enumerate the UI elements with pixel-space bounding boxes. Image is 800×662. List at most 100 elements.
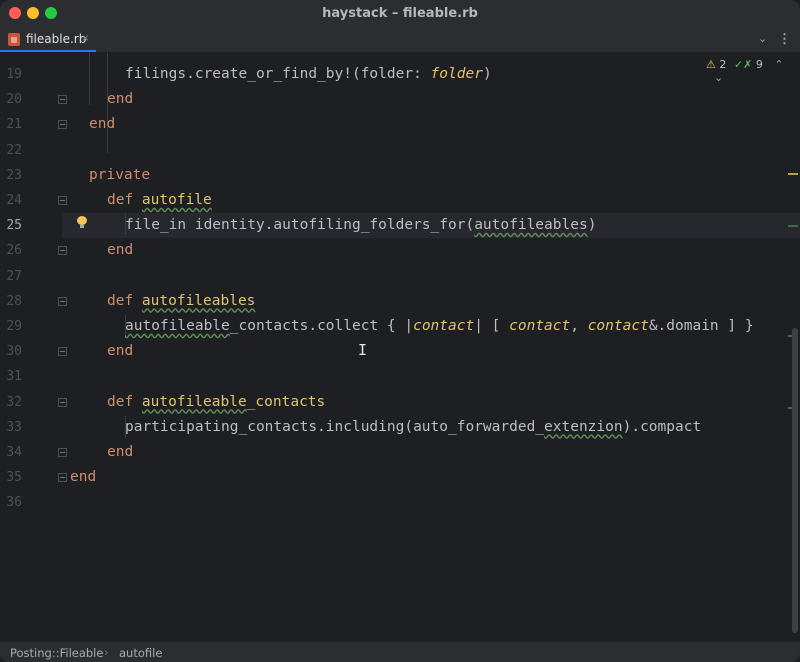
fold-marker-icon[interactable]	[58, 95, 67, 104]
code-line[interactable]: 28 def autofileables	[0, 289, 800, 314]
tab-list-chevron-icon[interactable]: ⌄	[758, 32, 767, 45]
window-title: haystack – fileable.rb	[322, 6, 478, 21]
line-number: 23	[6, 167, 22, 183]
fold-marker-icon[interactable]	[58, 196, 67, 205]
code-token: file_in identity.autofiling_folders_for(	[125, 217, 475, 234]
code-line[interactable]: 23 private	[0, 163, 800, 188]
code-text[interactable]: file_in identity.autofiling_folders_for(…	[125, 213, 596, 238]
code-line[interactable]: 30 end	[0, 339, 800, 364]
tab-label: fileable.rb	[26, 32, 87, 46]
line-number: 33	[6, 419, 22, 435]
code-line[interactable]: 34 end	[0, 440, 800, 465]
code-line[interactable]: 20 end	[0, 87, 800, 112]
editor-tab-bar: fileable.rb × ⌄ ⋮	[0, 28, 800, 53]
fold-marker-icon[interactable]	[58, 246, 67, 255]
code-token: ,	[570, 318, 588, 334]
fold-marker-icon[interactable]	[58, 297, 67, 306]
code-token: filings.create_or_find_by!(folder:	[125, 66, 431, 82]
code-line[interactable]: 32 def autofileable_contacts	[0, 390, 800, 415]
line-number: 30	[6, 344, 22, 360]
code-token: end	[70, 469, 97, 486]
code-token: def	[107, 192, 142, 208]
code-token: autofileable	[125, 318, 230, 334]
code-line[interactable]: 35 end	[0, 465, 800, 490]
line-number: 22	[6, 142, 22, 158]
code-token: participating_contacts.including(auto_fo…	[125, 418, 545, 435]
warning-icon: ⚠	[706, 58, 716, 71]
line-number: 20	[6, 92, 22, 108]
line-number: 25	[6, 218, 22, 234]
ruby-file-icon	[8, 33, 20, 46]
code-text[interactable]: autofileable_contacts.collect { |contact…	[125, 314, 754, 339]
code-token: end	[107, 343, 134, 360]
code-text[interactable]: private	[89, 163, 150, 188]
fold-marker-icon[interactable]	[58, 398, 67, 407]
code-line[interactable]: 19 filings.create_or_find_by!(folder: fol…	[0, 62, 800, 87]
code-text[interactable]: end	[89, 112, 115, 137]
code-text[interactable]: def autofile	[107, 188, 212, 213]
close-tab-icon[interactable]: ×	[82, 31, 89, 45]
line-number: 29	[6, 319, 22, 334]
lightbulb-intention-icon[interactable]	[77, 216, 87, 228]
code-text[interactable]: end	[107, 440, 133, 465]
fold-marker-icon[interactable]	[58, 448, 67, 457]
code-text[interactable]: end	[107, 238, 133, 263]
code-line[interactable]: 22	[0, 138, 800, 163]
code-line[interactable]: 29 autofileable_contacts.collect { |conta…	[0, 314, 800, 339]
code-line[interactable]: 33 participating_contacts.including(auto_…	[0, 415, 800, 440]
code-editor[interactable]: 19 filings.create_or_find_by!(folder: fol…	[0, 53, 800, 641]
line-number: 26	[6, 243, 22, 259]
code-line[interactable]: 31	[0, 364, 800, 389]
code-token: | [	[474, 318, 510, 334]
vertical-scrollbar[interactable]	[792, 328, 798, 633]
code-token: private	[89, 166, 151, 183]
code-line[interactable]: 36	[0, 490, 800, 515]
code-token: ).compact	[622, 418, 702, 435]
code-text[interactable]: end	[107, 339, 133, 364]
code-token: contact	[509, 318, 571, 334]
warning-stripe-marker[interactable]	[788, 173, 798, 175]
line-number: 27	[6, 268, 22, 284]
weak-warning-icon: ✓✗	[733, 58, 753, 71]
next-problem-icon[interactable]: ⌄	[714, 71, 723, 84]
code-text[interactable]: def autofileables	[107, 289, 255, 314]
line-number: 34	[6, 445, 22, 460]
code-token: autofileables	[141, 292, 256, 309]
code-text[interactable]: def autofileable_contacts	[107, 390, 325, 415]
mouse-ibeam-cursor-icon: I	[358, 341, 368, 359]
title-bar: haystack – fileable.rb	[0, 0, 800, 29]
fold-marker-icon[interactable]	[58, 347, 67, 356]
tab-fileable-rb[interactable]: fileable.rb ×	[0, 28, 96, 52]
change-stripe-marker[interactable]	[788, 225, 798, 227]
breadcrumb-module[interactable]: Posting::Fileable	[10, 646, 103, 660]
code-line[interactable]: 24 def autofile	[0, 188, 800, 213]
more-options-icon[interactable]: ⋮	[778, 31, 791, 47]
breadcrumb-method[interactable]: autofile	[119, 646, 162, 660]
code-line[interactable]: 26 end	[0, 238, 800, 263]
line-number: 21	[6, 117, 22, 133]
line-number: 31	[6, 369, 22, 385]
code-line[interactable]: 27	[0, 264, 800, 289]
code-line[interactable]: 21 end	[0, 112, 800, 137]
passed-count: 9	[755, 58, 763, 71]
warning-count: 2	[719, 58, 727, 71]
code-token: end	[107, 91, 134, 108]
code-text[interactable]: participating_contacts.including(auto_fo…	[125, 415, 701, 440]
inspection-widget[interactable]: ⚠ 2 ✓✗ 9 ⌃ ⌄	[706, 58, 800, 84]
code-token: )	[587, 217, 597, 234]
code-token: end	[107, 444, 134, 460]
code-token: autofileable	[141, 393, 247, 410]
code-token: folder	[430, 66, 483, 82]
previous-problem-icon[interactable]: ⌃	[774, 58, 783, 71]
code-text[interactable]: filings.create_or_find_by!(folder: folde…	[125, 62, 492, 87]
fold-marker-icon[interactable]	[58, 473, 67, 482]
code-token: autofile	[141, 192, 212, 208]
code-line[interactable]: 25 file_in identity.autofiling_folders_fo…	[0, 213, 800, 238]
breadcrumb-separator-icon: ›	[104, 645, 109, 659]
code-text[interactable]: end	[107, 87, 133, 112]
code-token: autofileables	[474, 217, 588, 234]
line-number: 35	[6, 470, 22, 486]
fold-marker-icon[interactable]	[58, 120, 67, 129]
code-text[interactable]: end	[70, 465, 96, 490]
line-number: 32	[6, 394, 22, 410]
